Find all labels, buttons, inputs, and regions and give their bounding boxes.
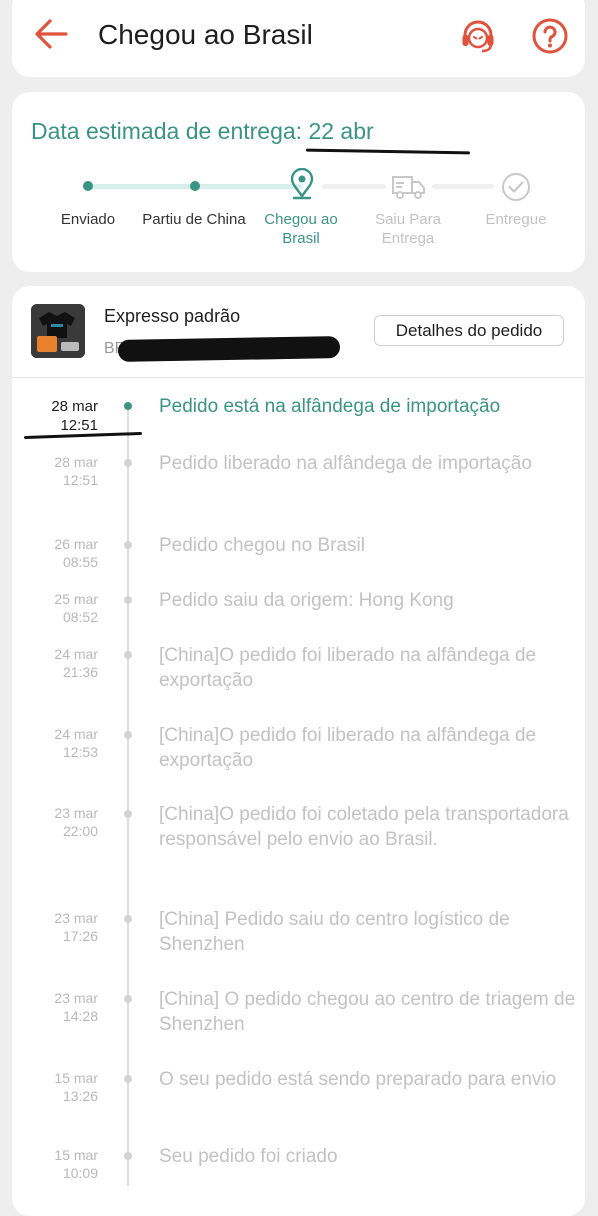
timeline-dot xyxy=(124,995,132,1003)
event-description: [China] O pedido chegou ao centro de tri… xyxy=(159,989,576,1035)
header-bar: Chegou ao Brasil xyxy=(12,0,585,77)
event-date: 28 mar xyxy=(54,454,98,470)
event-time: 08:55 xyxy=(62,554,98,570)
event-datetime: 15 mar 13:26 xyxy=(12,1069,98,1105)
step-label-entregue: Entregue xyxy=(485,211,547,228)
event-datetime: 24 mar 12:53 xyxy=(12,725,98,761)
event-description: [China]O pedido foi liberado na alfândeg… xyxy=(159,645,537,691)
product-thumbnail xyxy=(31,304,85,358)
event-date: 23 mar xyxy=(54,805,98,821)
timeline-dot xyxy=(124,596,132,604)
timeline-dot xyxy=(124,1075,132,1083)
divider xyxy=(12,377,585,378)
event-description: Pedido saiu da origem: Hong Kong xyxy=(159,590,454,611)
page-title: Chegou ao Brasil xyxy=(98,19,313,50)
timeline-dot xyxy=(124,1152,132,1160)
timeline-line xyxy=(127,406,129,1186)
event-description: Pedido liberado na alfândega de importaç… xyxy=(159,453,532,474)
event-description: O seu pedido está sendo preparado para e… xyxy=(159,1069,557,1090)
event-time: 12:51 xyxy=(60,417,98,434)
event-date: 23 mar xyxy=(54,910,98,926)
event-date: 24 mar xyxy=(54,726,98,742)
event-description: Pedido está na alfândega de importação xyxy=(159,396,501,417)
event-date: 23 mar xyxy=(54,990,98,1006)
event-description: [China] Pedido saiu do centro logístico … xyxy=(159,909,510,955)
shipping-method: Expresso padrão xyxy=(104,306,241,326)
support-button[interactable] xyxy=(458,16,498,56)
check-circle-icon xyxy=(501,172,531,207)
estimated-delivery: Data estimada de entrega: 22 abr xyxy=(31,118,374,144)
order-details-button[interactable]: Detalhes do pedido xyxy=(374,315,564,346)
progress-segment xyxy=(198,184,302,189)
event-description: [China]O pedido foi coletado pela transp… xyxy=(159,804,569,850)
event-time: 08:52 xyxy=(62,609,98,625)
location-pin-icon xyxy=(289,167,315,205)
event-date: 25 mar xyxy=(54,591,98,607)
event-datetime: 25 mar 08:52 xyxy=(12,590,98,626)
event-time: 14:28 xyxy=(62,1008,98,1024)
event-time: 21:36 xyxy=(62,664,98,680)
event-date: 24 mar xyxy=(54,646,98,662)
event-time: 17:26 xyxy=(62,928,98,944)
event-time: 12:51 xyxy=(62,472,98,488)
tracking-card: Expresso padrão BR Detalhes do pedido 28… xyxy=(12,286,585,1216)
timeline-dot xyxy=(124,541,132,549)
step-label-partiu: Partiu de China xyxy=(142,211,246,228)
event-date: 15 mar xyxy=(54,1147,98,1163)
step-label-enviado: Enviado xyxy=(60,211,116,228)
event-description: Pedido chegou no Brasil xyxy=(159,535,365,556)
step-label-saiu: Saiu Para Entrega xyxy=(375,211,441,247)
delivery-status-card: Data estimada de entrega: 22 abr Enviado… xyxy=(12,92,585,272)
truck-icon xyxy=(391,172,427,205)
event-datetime: 28 mar 12:51 xyxy=(12,397,98,435)
arrow-left-icon xyxy=(35,19,68,49)
step-label-chegou: Chegou ao Brasil xyxy=(264,211,338,247)
timeline-dot xyxy=(124,810,132,818)
timeline-dot xyxy=(124,731,132,739)
timeline-dot xyxy=(124,915,132,923)
event-description: Seu pedido foi criado xyxy=(159,1146,338,1167)
step-dot-partiu xyxy=(190,181,200,191)
timeline-dot xyxy=(124,651,132,659)
progress-segment xyxy=(88,184,196,189)
event-date: 26 mar xyxy=(54,536,98,552)
timeline-dot xyxy=(124,402,132,410)
event-datetime: 24 mar 21:36 xyxy=(12,645,98,681)
event-datetime: 26 mar 08:55 xyxy=(12,535,98,571)
event-datetime: 15 mar 10:09 xyxy=(12,1146,98,1182)
timeline-dot xyxy=(124,459,132,467)
progress-segment xyxy=(432,184,494,189)
event-time: 22:00 xyxy=(62,823,98,839)
event-datetime: 28 mar 12:51 xyxy=(12,453,98,489)
back-button[interactable] xyxy=(32,14,72,54)
event-datetime: 23 mar 14:28 xyxy=(12,989,98,1025)
event-time: 12:53 xyxy=(62,744,98,760)
event-datetime: 23 mar 22:00 xyxy=(12,804,98,840)
event-time: 13:26 xyxy=(62,1088,98,1104)
redaction-scribble xyxy=(117,336,341,362)
event-description: [China]O pedido foi liberado na alfândeg… xyxy=(159,725,537,771)
help-button[interactable] xyxy=(530,16,570,56)
event-datetime: 23 mar 17:26 xyxy=(12,909,98,945)
handwritten-underline xyxy=(305,148,471,155)
event-time: 10:09 xyxy=(62,1165,98,1181)
step-dot-enviado xyxy=(83,181,93,191)
headset-icon xyxy=(462,20,494,53)
event-date: 28 mar xyxy=(51,398,98,415)
progress-segment xyxy=(322,184,386,189)
question-mark-icon xyxy=(532,18,568,54)
event-date: 15 mar xyxy=(54,1070,98,1086)
